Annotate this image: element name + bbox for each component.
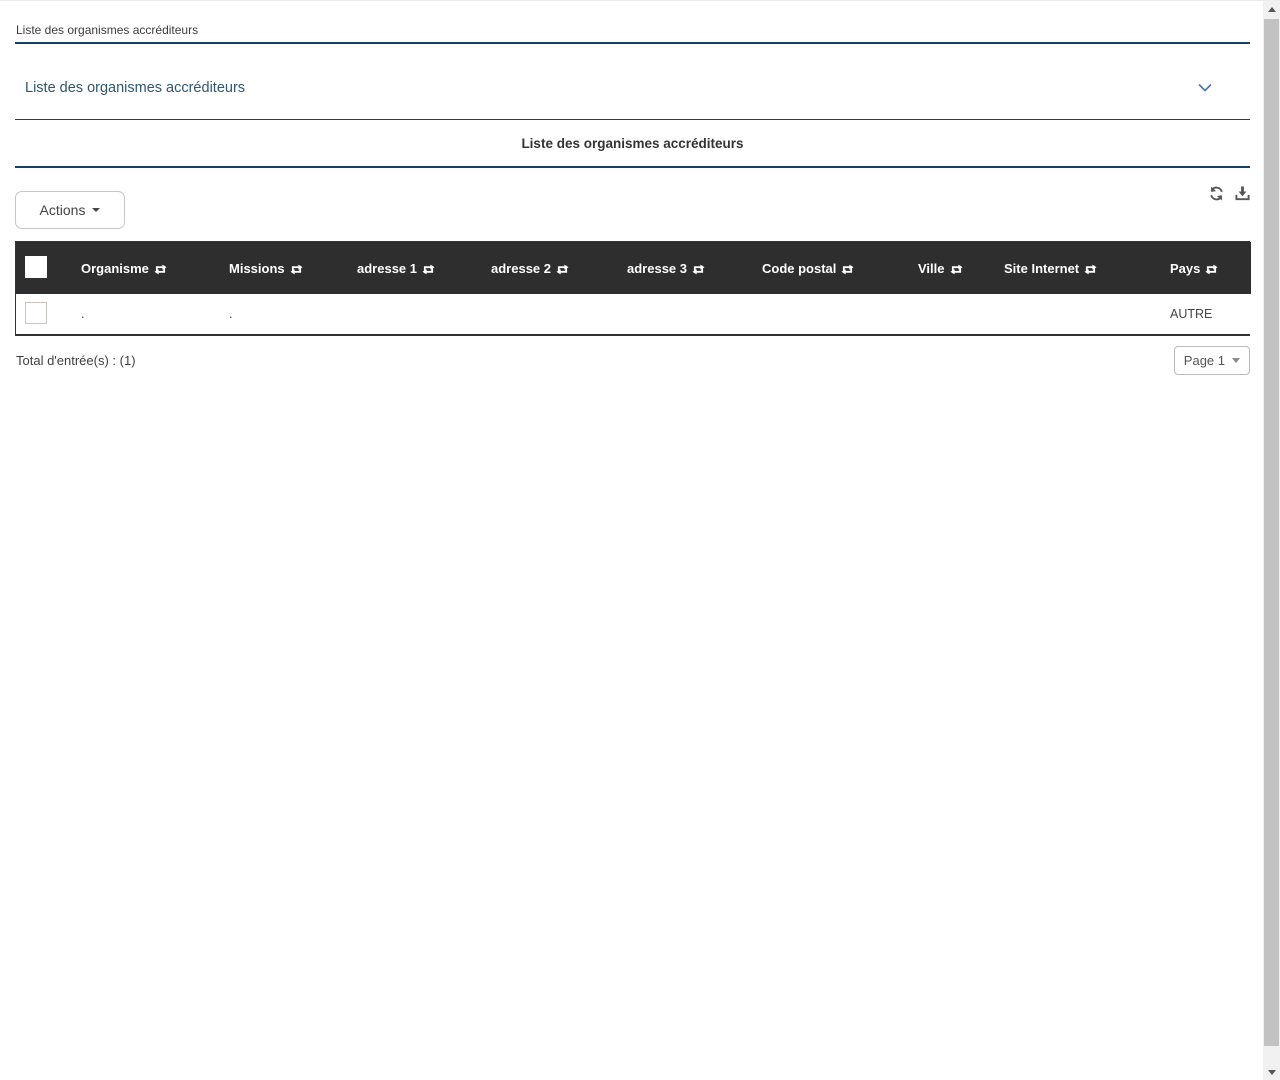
- column-header-label: Ville: [918, 260, 945, 276]
- scroll-down-icon: [1267, 1070, 1276, 1075]
- scrollbar-down-button[interactable]: [1263, 1064, 1280, 1080]
- main-content: Liste des organismes accréditeurs Liste …: [15, 1, 1251, 375]
- table-container: Organisme Missions adresse 1 adresse 2 a…: [15, 241, 1251, 336]
- org-table: Organisme Missions adresse 1 adresse 2 a…: [16, 242, 1251, 334]
- sort-arrows-icon: [422, 264, 435, 275]
- select-all-checkbox[interactable]: [25, 255, 47, 278]
- sort-arrows-icon: [949, 264, 963, 275]
- scrollbar-thumb[interactable]: [1264, 19, 1279, 1046]
- cell-ville: [910, 294, 996, 334]
- row-checkbox[interactable]: [25, 301, 47, 324]
- column-header-pays[interactable]: Pays: [1162, 242, 1251, 294]
- table-footer: Total d'entrée(s) : (1) Page 1: [15, 346, 1250, 375]
- column-header-label: adresse 3: [627, 260, 687, 276]
- sort-arrows-icon: [1084, 264, 1097, 275]
- caret-down-icon: [1232, 358, 1240, 363]
- column-header-ville[interactable]: Ville: [910, 242, 996, 294]
- cell-pays: AUTRE: [1162, 294, 1251, 334]
- column-header-missions[interactable]: Missions: [221, 242, 349, 294]
- scrollbar-up-button[interactable]: [1263, 1, 1280, 18]
- page-selector-button[interactable]: Page 1: [1173, 346, 1250, 375]
- cell-adresse_1: [349, 294, 483, 334]
- breadcrumb-label: Liste des organismes accréditeurs: [16, 23, 199, 37]
- total-entries-label: Total d'entrée(s) : (1): [16, 353, 136, 368]
- cell-site_internet: [996, 294, 1162, 334]
- sort-arrows-icon: [841, 264, 854, 275]
- page-title: Liste des organismes accréditeurs: [15, 120, 1250, 168]
- refresh-button[interactable]: [1209, 186, 1224, 204]
- column-header-label: adresse 2: [491, 260, 551, 276]
- page-selector-label: Page 1: [1183, 353, 1225, 368]
- cell-adresse_3: [619, 294, 754, 334]
- actions-button[interactable]: Actions: [15, 191, 125, 229]
- page-title-text: Liste des organismes accréditeurs: [521, 135, 744, 151]
- column-header-label: Site Internet: [1004, 260, 1080, 276]
- chevron-down-icon[interactable]: [1198, 83, 1212, 92]
- column-header-code_postal[interactable]: Code postal: [754, 242, 910, 294]
- table-row[interactable]: .. AUTRE: [16, 294, 1251, 334]
- sort-arrows-icon: [692, 264, 705, 275]
- toolbar: Actions: [15, 186, 1250, 229]
- vertical-scrollbar[interactable]: [1263, 1, 1280, 1080]
- column-header-organisme[interactable]: Organisme: [73, 242, 221, 294]
- column-header-label: Code postal: [762, 260, 837, 276]
- column-header-label: Organisme: [81, 260, 149, 276]
- column-header-label: Missions: [229, 260, 285, 276]
- sort-arrows-icon: [154, 264, 167, 275]
- panel-header[interactable]: Liste des organismes accréditeurs: [15, 44, 1250, 120]
- column-header-label: adresse 1: [357, 260, 417, 276]
- refresh-icon: [1209, 186, 1224, 204]
- download-icon: [1235, 186, 1250, 204]
- column-header-label: Pays: [1170, 260, 1201, 276]
- column-header-site_internet[interactable]: Site Internet: [996, 242, 1162, 294]
- column-header-adresse_3[interactable]: adresse 3: [619, 242, 754, 294]
- cell-adresse_2: [483, 294, 619, 334]
- scroll-up-icon: [1267, 7, 1276, 12]
- panel-title: Liste des organismes accréditeurs: [25, 79, 246, 96]
- breadcrumb: Liste des organismes accréditeurs: [15, 1, 1250, 44]
- download-button[interactable]: [1235, 186, 1250, 204]
- header-select-cell: [16, 242, 73, 294]
- sort-arrows-icon: [1205, 264, 1218, 275]
- row-select-cell: [16, 294, 73, 334]
- cell-organisme: .: [73, 294, 221, 334]
- column-header-adresse_1[interactable]: adresse 1: [349, 242, 483, 294]
- table-head: Organisme Missions adresse 1 adresse 2 a…: [16, 242, 1251, 294]
- cell-code_postal: [754, 294, 910, 334]
- cell-missions: .: [221, 294, 349, 334]
- sort-arrows-icon: [290, 264, 303, 275]
- toolbar-icon-group: [1209, 186, 1250, 204]
- table-body: .. AUTRE: [16, 294, 1251, 334]
- actions-button-label: Actions: [39, 202, 86, 218]
- table-header-row: Organisme Missions adresse 1 adresse 2 a…: [16, 242, 1251, 294]
- column-header-adresse_2[interactable]: adresse 2: [483, 242, 619, 294]
- caret-down-icon: [92, 208, 101, 212]
- sort-arrows-icon: [556, 264, 569, 275]
